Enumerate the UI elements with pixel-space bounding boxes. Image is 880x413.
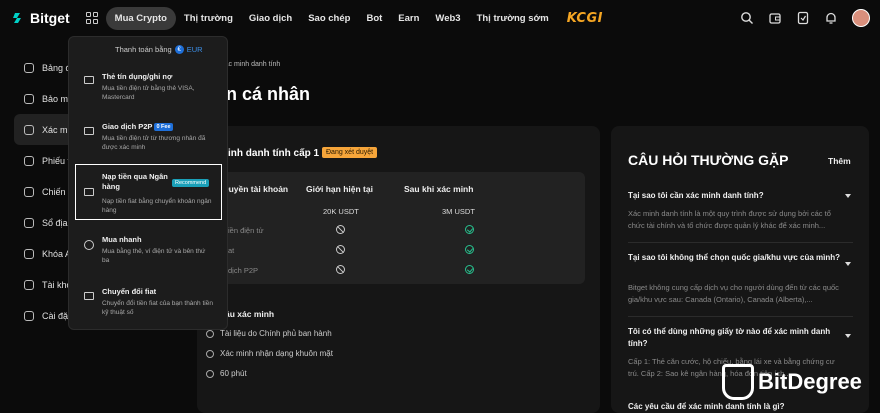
check-icon — [465, 245, 474, 254]
shield-icon — [24, 93, 34, 104]
bell-icon[interactable] — [824, 11, 838, 25]
faq-question-3[interactable]: Tôi có thể dùng những giấy tờ nào để xác… — [628, 326, 843, 350]
search-icon[interactable] — [740, 11, 754, 25]
account-icon — [24, 279, 34, 290]
bank-icon — [84, 188, 94, 196]
status-badge: Đang xét duyệt — [322, 147, 378, 158]
trophy-icon — [24, 186, 34, 197]
api-icon — [24, 248, 34, 259]
kcgi-logo[interactable]: KCGI — [567, 11, 603, 26]
nav-copy[interactable]: Sao chép — [300, 7, 358, 30]
nav-buy-crypto[interactable]: Mua Crypto — [105, 6, 176, 30]
clock-icon — [206, 369, 214, 378]
bitget-logo-icon — [13, 13, 21, 23]
nav-pre-market[interactable]: Thị trường sớm — [469, 7, 557, 30]
bitget-logo[interactable]: Bitget — [12, 10, 70, 26]
dropdown-item-quick-buy[interactable]: Mua nhanh Mua bằng thẻ, ví điện tử và bê… — [102, 235, 214, 265]
table-header-after-verify: Sau khi xác minh — [404, 184, 474, 194]
pay-with[interactable]: Thanh toán bằng € EUR — [115, 45, 203, 54]
current-limit-value: 20K USDT — [323, 207, 359, 216]
nav-earn[interactable]: Earn — [390, 7, 427, 30]
convert-icon — [84, 292, 94, 300]
wallet-icon[interactable] — [768, 11, 782, 25]
faq-answer-1: Xác minh danh tính là một quy trình được… — [628, 209, 831, 230]
apps-grid-icon[interactable] — [85, 12, 98, 24]
faq-question-4[interactable]: Các yêu cầu để xác minh danh tính là gì? — [628, 401, 843, 413]
requirement-time: 60 phút — [206, 369, 247, 378]
chevron-down-icon[interactable] — [845, 334, 851, 338]
faq-answer-2: Bitget không cung cấp dịch vụ cho người … — [628, 283, 839, 304]
recommend-badge: Recommend — [172, 179, 210, 187]
zero-fee-badge: 0 Fee — [154, 123, 173, 131]
dropdown-item-bank-desc: Nạp tiền fiat bằng chuyển khoản ngân hàn… — [102, 198, 212, 214]
faq-title: CÂU HỎI THƯỜNG GẶP — [628, 152, 789, 168]
credit-card-icon — [84, 76, 94, 84]
table-row-fiat: at — [228, 246, 235, 255]
person-icon — [206, 349, 214, 358]
check-icon — [465, 265, 474, 274]
after-limit-value: 3M USDT — [442, 207, 475, 216]
bitdegree-watermark: BitDegree — [722, 364, 862, 400]
table-header-current-limit: Giới hạn hiện tại — [306, 184, 373, 194]
quick-buy-icon — [84, 240, 94, 250]
faq-question-2[interactable]: Tại sao tôi không thể chọn quốc gia/khu … — [628, 252, 843, 264]
chevron-down-icon[interactable] — [845, 194, 851, 198]
table-row-crypto: iền điện tử — [228, 226, 264, 235]
dropdown-item-convert[interactable]: Chuyển đổi fiat Chuyển đổi tiền fiat của… — [102, 287, 214, 317]
ban-icon — [336, 265, 345, 274]
dropdown-item-bank[interactable]: Nạp tiền qua Ngân hàng — [102, 172, 172, 192]
check-icon — [465, 225, 474, 234]
requirements-title: ầu xác minh — [225, 309, 275, 319]
divider — [628, 316, 853, 317]
id-card-icon — [24, 124, 34, 135]
table-row-p2p: dịch P2P — [228, 266, 259, 275]
nav-trade[interactable]: Giao dịch — [241, 7, 300, 30]
top-navigation: Bitget Mua Crypto Thị trường Giao dịch S… — [0, 0, 880, 36]
document-icon — [206, 329, 214, 338]
bitdegree-logo-icon — [722, 364, 754, 400]
logo-text: Bitget — [30, 10, 70, 26]
main-nav: Mua Crypto Thị trường Giao dịch Sao chép… — [105, 6, 557, 30]
page-title: n cá nhân — [226, 84, 311, 104]
ticket-icon — [24, 155, 34, 166]
euro-icon: € — [174, 45, 184, 54]
table-header-permission: Quyền tài khoản — [222, 184, 289, 194]
divider — [628, 242, 853, 243]
avatar[interactable] — [852, 9, 870, 27]
chevron-down-icon[interactable] — [845, 262, 851, 266]
nav-web3[interactable]: Web3 — [427, 7, 468, 30]
requirement-document: Tài liệu do Chính phủ ban hành — [206, 329, 332, 338]
top-icons — [740, 0, 870, 36]
settings-icon — [24, 310, 34, 321]
address-book-icon — [24, 217, 34, 228]
dropdown-item-p2p[interactable]: Giao dịch P2P 0 Fee Mua tiền điện tử từ t… — [102, 122, 214, 152]
dropdown-item-card[interactable]: Thẻ tín dụng/ghi nợ Mua tiền điện tử bằn… — [102, 72, 214, 102]
nav-markets[interactable]: Thị trường — [176, 7, 241, 30]
requirement-face: Xác minh nhận dạng khuôn mặt — [206, 349, 333, 358]
document-icon[interactable] — [796, 11, 810, 25]
p2p-icon — [84, 127, 94, 135]
ban-icon — [336, 225, 345, 234]
level-title: inh danh tính cấp 1 — [228, 148, 320, 159]
breadcrumb[interactable]: Xác minh danh tính — [220, 61, 280, 68]
faq-more-link[interactable]: Thêm — [828, 156, 851, 166]
ban-icon — [336, 245, 345, 254]
nav-bot[interactable]: Bot — [358, 7, 390, 30]
faq-question-1[interactable]: Tại sao tôi cần xác minh danh tính? — [628, 190, 843, 202]
dashboard-icon — [24, 62, 34, 73]
